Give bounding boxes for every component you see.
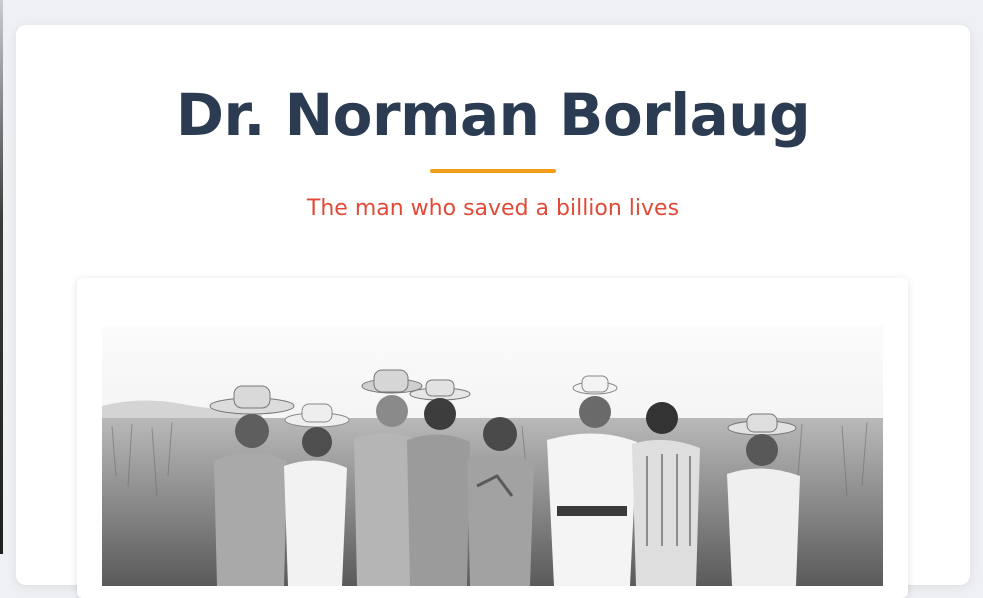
content-card: Dr. Norman Borlaug The man who saved a b… <box>16 25 970 598</box>
photo-illustration <box>102 326 883 586</box>
title-underline-divider <box>430 169 556 173</box>
photo-card <box>77 278 908 598</box>
page-title: Dr. Norman Borlaug <box>175 81 811 149</box>
window-edge <box>0 0 3 554</box>
borlaug-field-photo <box>102 326 883 586</box>
page-subtitle: The man who saved a billion lives <box>306 196 680 221</box>
